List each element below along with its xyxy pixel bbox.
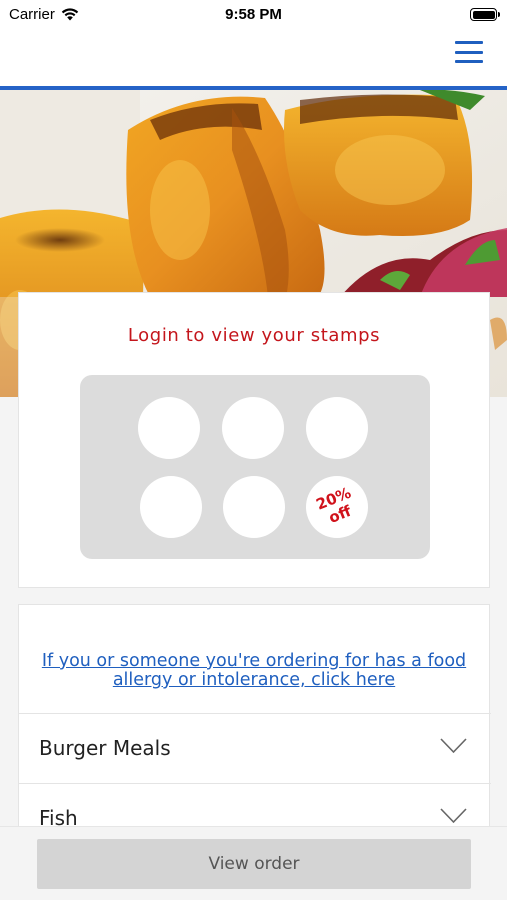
clock: 9:58 PM [225,6,282,23]
category-label: Burger Meals [39,736,171,760]
view-order-button[interactable]: View order [37,839,471,889]
app-screen: Carrier 9:58 PM Login to view your stamp… [0,0,507,900]
status-bar: Carrier 9:58 PM [0,0,507,30]
bottom-bar: View order [0,826,507,900]
stamp-slot [138,397,200,459]
category-row-burger-meals[interactable]: Burger Meals [19,713,491,783]
stamp-card: Login to view your stamps 20% off [18,292,490,588]
stamp-slot [222,397,284,459]
stamp-slot [306,397,368,459]
battery-icon [470,8,500,21]
stamp-grid: 20% off [80,375,430,559]
stamp-slot [223,476,285,538]
chevron-down-icon [440,808,467,824]
allergy-info-link[interactable]: If you or someone you're ordering for ha… [39,652,469,690]
hamburger-menu-icon[interactable] [455,40,483,64]
menu-card: If you or someone you're ordering for ha… [18,604,491,844]
reward-label: 20% off [313,483,354,527]
stamp-slot [140,476,202,538]
nav-bar [0,30,507,86]
stamp-login-prompt[interactable]: Login to view your stamps [19,325,489,346]
chevron-down-icon [440,738,467,754]
reward-stamp: 20% off [306,476,368,538]
